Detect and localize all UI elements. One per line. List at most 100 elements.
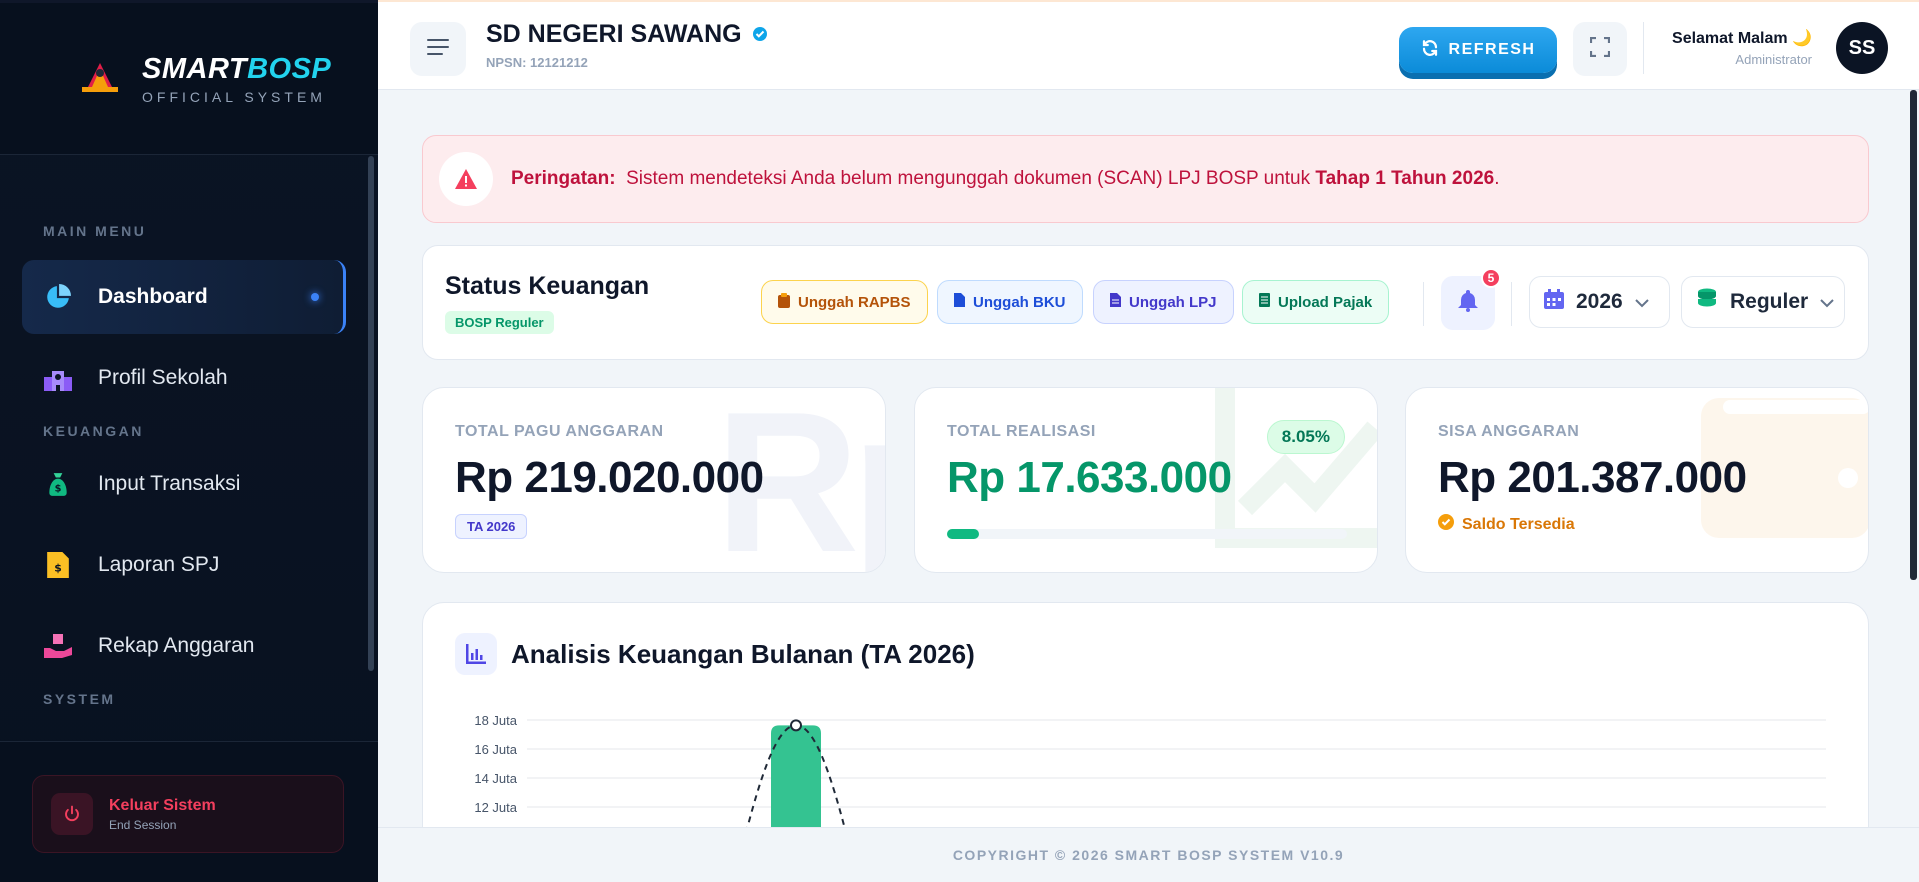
check-circle-icon [1438, 514, 1454, 535]
card-label: TOTAL PAGU ANGGARAN [455, 423, 664, 440]
logout-button[interactable]: Keluar Sistem End Session [32, 775, 344, 853]
logout-subtitle: End Session [109, 817, 177, 832]
button-label: Unggah RAPBS [798, 293, 911, 311]
sidebar: SMARTBOSP OFFICIAL SYSTEM MAIN MENU Dash… [0, 0, 378, 882]
sidebar-item-label: Rekap Anggaran [98, 634, 255, 657]
warning-alert: Peringatan: Sistem mendeteksi Anda belum… [422, 135, 1869, 223]
school-info: SD NEGERI SAWANG NPSN: 12121212 [486, 20, 768, 70]
school-name: SD NEGERI SAWANG [486, 20, 742, 48]
card-value: Rp 219.020.000 [455, 453, 764, 502]
pie-chart-icon [44, 283, 72, 311]
expand-icon [1589, 36, 1611, 62]
sidebar-item-rekap-anggaran[interactable]: Rekap Anggaran [22, 609, 346, 683]
divider [1511, 282, 1512, 326]
year-value: 2026 [1576, 290, 1623, 313]
power-icon [51, 793, 93, 835]
refresh-button[interactable]: REFRESH [1399, 27, 1557, 73]
card-total-realisasi: TOTAL REALISASI Rp 17.633.000 8.05% [914, 387, 1378, 573]
coins-icon [1696, 288, 1718, 316]
receipt-icon [1259, 293, 1270, 311]
unggah-rapbs-button[interactable]: Unggah RAPBS [761, 280, 928, 324]
status-title: Status Keuangan [445, 272, 650, 300]
header-divider [1643, 22, 1644, 74]
bell-icon [1458, 289, 1478, 317]
card-total-pagu: Rp TOTAL PAGU ANGGARAN Rp 219.020.000 TA… [422, 387, 886, 573]
brand-title: SMARTBOSP [142, 52, 332, 85]
realization-progress-bar [947, 529, 1347, 539]
menu-toggle-button[interactable] [410, 22, 466, 76]
user-role: Administrator [1735, 52, 1812, 67]
fund-type-badge: BOSP Reguler [445, 311, 554, 334]
clipboard-icon [778, 292, 790, 312]
hamburger-icon [427, 38, 449, 61]
section-keuangan: KEUANGAN [43, 423, 144, 439]
card-label: TOTAL REALISASI [947, 423, 1096, 440]
balance-status-text: Saldo Tersedia [1462, 515, 1575, 533]
notification-badge: 5 [1481, 268, 1501, 288]
school-icon [44, 364, 72, 392]
upload-pajak-button[interactable]: Upload Pajak [1242, 280, 1390, 324]
alert-highlight: Tahap 1 Tahun 2026 [1315, 168, 1495, 189]
card-label: SISA ANGGARAN [1438, 423, 1580, 440]
balance-status: Saldo Tersedia [1438, 514, 1575, 535]
sidebar-item-laporan-spj[interactable]: $ Laporan SPJ [22, 528, 346, 602]
refresh-label: REFRESH [1448, 41, 1536, 58]
unggah-bku-button[interactable]: Unggah BKU [937, 280, 1083, 324]
card-value: Rp 201.387.000 [1438, 453, 1747, 502]
fiscal-year-badge: TA 2026 [455, 514, 528, 539]
y-tick-label: 14 Juta [474, 771, 517, 786]
alert-text: Sistem mendeteksi Anda belum mengunggah … [626, 168, 1316, 189]
button-label: Unggah BKU [973, 293, 1066, 311]
sidebar-item-label: Input Transaksi [98, 472, 241, 495]
greeting-text: Selamat Malam 🌙 [1672, 30, 1812, 47]
year-select[interactable]: 2026 [1529, 276, 1670, 328]
card-sisa-anggaran: SISA ANGGARAN Rp 201.387.000 Saldo Terse… [1405, 387, 1869, 573]
realization-percent-badge: 8.05% [1266, 420, 1345, 454]
topbar: SD NEGERI SAWANG NPSN: 12121212 REFRESH … [378, 0, 1919, 90]
button-label: Unggah LPJ [1129, 293, 1217, 311]
sidebar-item-input-transaksi[interactable]: $ Input Transaksi [22, 447, 346, 521]
hand-holding-box-icon [44, 632, 72, 660]
npsn: NPSN: 12121212 [486, 55, 588, 70]
sidebar-scrollbar[interactable] [368, 156, 374, 671]
unggah-lpj-button[interactable]: Unggah LPJ [1093, 280, 1234, 324]
fullscreen-button[interactable] [1573, 22, 1627, 76]
sidebar-item-label: Dashboard [98, 285, 208, 308]
smartbosp-logo [78, 59, 122, 99]
svg-text:$: $ [55, 484, 62, 495]
main-scrollbar[interactable] [1910, 90, 1917, 580]
section-system: SYSTEM [43, 691, 116, 707]
avatar[interactable]: SS [1836, 22, 1888, 74]
sidebar-item-label: Profil Sekolah [98, 366, 228, 389]
sidebar-item-label: Laporan SPJ [98, 553, 220, 576]
y-tick-label: 16 Juta [474, 742, 517, 757]
fund-type-select[interactable]: Reguler [1681, 276, 1845, 328]
alert-suffix: . [1494, 168, 1500, 189]
fund-type-value: Reguler [1730, 290, 1809, 313]
warning-icon [439, 152, 493, 206]
alert-prefix: Peringatan: [511, 168, 616, 189]
sidebar-item-profil-sekolah[interactable]: Profil Sekolah [22, 341, 346, 415]
divider [1423, 282, 1424, 326]
logout-title: Keluar Sistem [109, 796, 216, 814]
y-tick-label: 18 Juta [474, 713, 517, 728]
data-point[interactable] [790, 719, 802, 732]
file-text-icon [1110, 293, 1121, 311]
footer: COPYRIGHT © 2026 SMART BOSP SYSTEM V10.9 [378, 827, 1919, 882]
sidebar-item-dashboard[interactable]: Dashboard [22, 260, 346, 334]
card-value: Rp 17.633.000 [947, 453, 1232, 502]
section-main-menu: MAIN MENU [43, 223, 147, 239]
money-bag-icon: $ [44, 470, 72, 498]
svg-text:$: $ [54, 562, 62, 575]
invoice-icon: $ [44, 551, 72, 579]
active-indicator [311, 293, 319, 301]
calendar-icon [1544, 289, 1564, 315]
button-label: Upload Pajak [1278, 293, 1373, 311]
verified-icon [752, 20, 768, 49]
user-greeting: Selamat Malam 🌙 Administrator [1672, 28, 1812, 67]
notification-button[interactable]: 5 [1441, 268, 1501, 330]
status-keuangan-panel: Status Keuangan BOSP Reguler Unggah RAPB… [422, 245, 1869, 360]
refresh-icon [1421, 39, 1439, 62]
brand[interactable]: SMARTBOSP OFFICIAL SYSTEM [0, 3, 378, 155]
file-icon [954, 293, 965, 311]
